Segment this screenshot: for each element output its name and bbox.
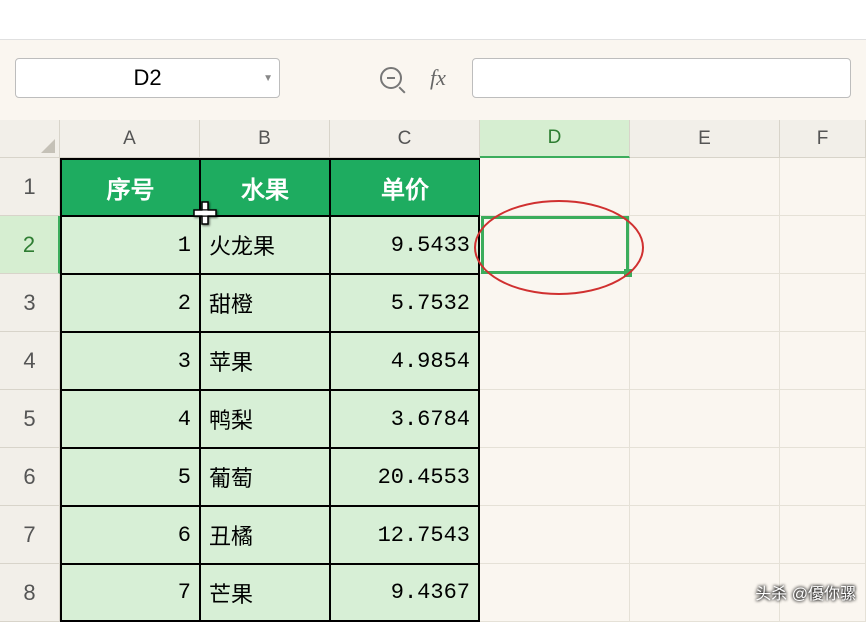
cell-E2[interactable] [630,216,780,274]
ribbon-placeholder [0,0,866,40]
cell-A4[interactable]: 3 [60,332,200,390]
cell-A2[interactable]: 1 [60,216,200,274]
cell-A8[interactable]: 7 [60,564,200,622]
cell-E4[interactable] [630,332,780,390]
row-header-5[interactable]: 5 [0,390,60,448]
name-box-value: D2 [133,65,161,91]
cell-E5[interactable] [630,390,780,448]
col-header-A[interactable]: A [60,120,200,158]
fill-handle[interactable] [624,269,632,277]
cell-F7[interactable] [780,506,866,564]
row-header-7[interactable]: 7 [0,506,60,564]
col-header-E[interactable]: E [630,120,780,158]
cell-F2[interactable] [780,216,866,274]
watermark: 头杀 @優你骡 [755,580,856,604]
select-all-corner[interactable] [0,120,60,158]
cell-F4[interactable] [780,332,866,390]
table-header-price[interactable]: 单价 [330,158,480,216]
cell-B2[interactable]: 火龙果 [200,216,330,274]
col-header-B[interactable]: B [200,120,330,158]
zoom-out-icon[interactable] [380,67,402,89]
chevron-down-icon[interactable]: ▼ [263,73,273,84]
cell-B3[interactable]: 甜橙 [200,274,330,332]
cell-D6[interactable] [480,448,630,506]
cell-B5[interactable]: 鸭梨 [200,390,330,448]
cell-A3[interactable]: 2 [60,274,200,332]
row-header-1[interactable]: 1 [0,158,60,216]
cell-D8[interactable] [480,564,630,622]
col-header-C[interactable]: C [330,120,480,158]
cell-F1[interactable] [780,158,866,216]
cell-E3[interactable] [630,274,780,332]
cell-E7[interactable] [630,506,780,564]
cell-E6[interactable] [630,448,780,506]
cell-B6[interactable]: 葡萄 [200,448,330,506]
formula-input[interactable] [472,58,851,98]
cell-B4[interactable]: 苹果 [200,332,330,390]
formula-bar: D2 ▼ fx [0,40,866,120]
cell-D3[interactable] [480,274,630,332]
col-header-F[interactable]: F [780,120,866,158]
spreadsheet-grid[interactable]: A B C D E F 1 序号 水果 单价 2 1 火龙果 9.5433 3 … [0,120,866,622]
cell-C5[interactable]: 3.6784 [330,390,480,448]
cell-A5[interactable]: 4 [60,390,200,448]
cell-C8[interactable]: 9.4367 [330,564,480,622]
cell-C2[interactable]: 9.5433 [330,216,480,274]
name-box[interactable]: D2 ▼ [15,58,280,98]
col-header-D[interactable]: D [480,120,630,158]
cell-B8[interactable]: 芒果 [200,564,330,622]
cell-C4[interactable]: 4.9854 [330,332,480,390]
row-header-4[interactable]: 4 [0,332,60,390]
cell-C6[interactable]: 20.4553 [330,448,480,506]
cell-C7[interactable]: 12.7543 [330,506,480,564]
cell-D7[interactable] [480,506,630,564]
row-header-6[interactable]: 6 [0,448,60,506]
cell-A7[interactable]: 6 [60,506,200,564]
table-header-seq[interactable]: 序号 [60,158,200,216]
fx-icon[interactable]: fx [430,65,446,91]
cell-D4[interactable] [480,332,630,390]
cell-D5[interactable] [480,390,630,448]
cell-D2[interactable] [480,216,630,274]
cell-B7[interactable]: 丑橘 [200,506,330,564]
row-header-3[interactable]: 3 [0,274,60,332]
row-header-2[interactable]: 2 [0,216,60,274]
cell-A6[interactable]: 5 [60,448,200,506]
table-header-fruit[interactable]: 水果 [200,158,330,216]
cell-C3[interactable]: 5.7532 [330,274,480,332]
cell-E1[interactable] [630,158,780,216]
cell-F5[interactable] [780,390,866,448]
row-header-8[interactable]: 8 [0,564,60,622]
cell-F3[interactable] [780,274,866,332]
cell-F6[interactable] [780,448,866,506]
cell-D1[interactable] [480,158,630,216]
